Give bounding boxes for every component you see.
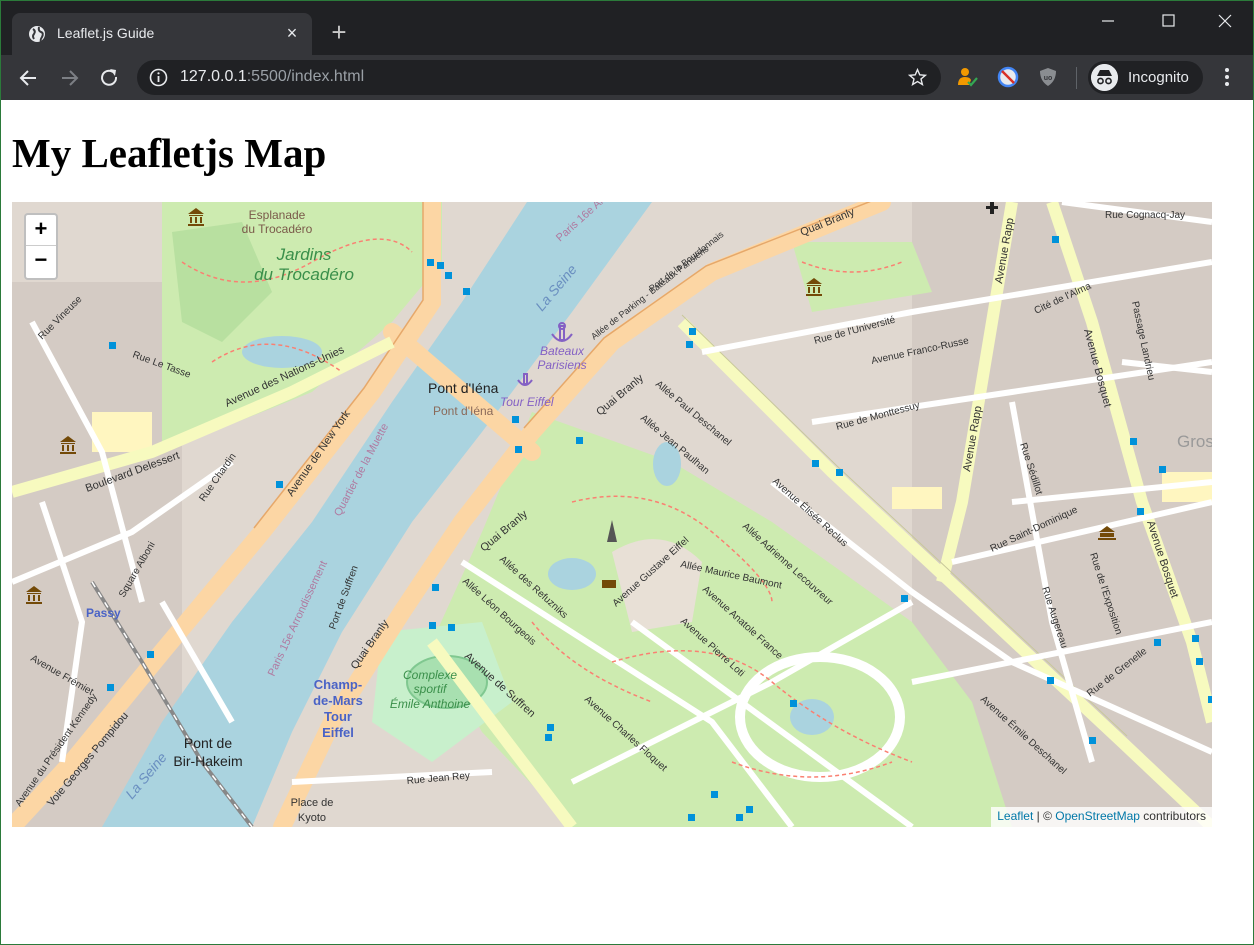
zoom-control: + − [24, 213, 58, 280]
back-button[interactable] [16, 65, 42, 91]
incognito-profile-button[interactable]: Incognito [1088, 61, 1203, 94]
reload-button[interactable] [96, 65, 122, 91]
page-title: My Leafletjs Map [12, 130, 327, 176]
label-rue-cognacq: Rue Cognacq-Jay [1105, 210, 1185, 221]
info-icon[interactable] [149, 68, 168, 87]
arrow-right-icon [62, 70, 79, 86]
map-tiles[interactable]: Jardins du Trocadéro Esplanade du Trocad… [12, 202, 1212, 827]
extension-block-icon[interactable] [997, 66, 1019, 88]
close-icon [1218, 14, 1232, 28]
more-menu-icon[interactable] [1217, 66, 1237, 88]
openstreetmap-link[interactable]: OpenStreetMap [1055, 809, 1140, 823]
browser-tab[interactable]: Leaflet.js Guide × [12, 13, 312, 55]
label-champ-1: Champ- [314, 677, 362, 692]
label-gros: Gros [1177, 432, 1212, 451]
reload-icon [101, 69, 118, 86]
svg-text:uo: uo [1044, 75, 1053, 82]
zoom-in-button[interactable]: + [26, 215, 56, 246]
leaflet-map[interactable]: Jardins du Trocadéro Esplanade du Trocad… [12, 202, 1212, 827]
label-champ-2: de-Mars [313, 693, 363, 708]
label-tour-eiffel: Tour Eiffel [500, 395, 554, 409]
minimize-icon [1102, 20, 1114, 22]
label-bateaux-2: Parisiens [537, 358, 586, 372]
yellow-block-2 [892, 487, 942, 509]
pond-2 [548, 558, 596, 590]
incognito-icon [1091, 64, 1118, 91]
label-pont-iena-2: Pont d'Iéna [433, 404, 494, 418]
label-champ-4: Eiffel [322, 725, 354, 740]
label-pont-bir-2: Bir-Hakeim [173, 753, 242, 769]
close-window-button[interactable] [1213, 9, 1237, 33]
browser-toolbar: 127.0.0.1:5500/index.html uo Incognito [1, 55, 1253, 100]
label-esplanade-2: du Trocadéro [242, 222, 313, 236]
star-icon[interactable] [907, 67, 928, 88]
address-bar[interactable]: 127.0.0.1:5500/index.html [137, 60, 941, 95]
new-tab-button[interactable]: + [327, 19, 351, 45]
extension-person-icon[interactable] [956, 66, 978, 88]
toolbar-separator [1076, 67, 1077, 89]
maximize-button[interactable] [1156, 9, 1180, 33]
arrow-left-icon [19, 70, 36, 86]
maximize-icon [1162, 14, 1175, 27]
zoom-out-button[interactable]: − [26, 246, 56, 277]
attribution-suffix: contributors [1139, 809, 1206, 823]
minimize-button[interactable] [1096, 9, 1120, 33]
ublock-shield-icon[interactable]: uo [1037, 66, 1059, 88]
label-complexe-2: sportif [414, 682, 448, 696]
incognito-label: Incognito [1128, 69, 1189, 86]
attribution-separator: | © [1033, 809, 1056, 823]
label-pont-iena: Pont d'Iéna [428, 380, 499, 396]
url-text: 127.0.0.1:5500/index.html [180, 68, 365, 85]
label-complexe-1: Complexe [403, 668, 457, 682]
label-pont-bir-1: Pont de [184, 735, 232, 751]
browser-titlebar: Leaflet.js Guide × + [1, 1, 1253, 55]
map-attribution: Leaflet | © OpenStreetMap contributors [991, 807, 1212, 827]
globe-icon [29, 26, 45, 42]
label-bateaux-1: Bateaux [540, 344, 585, 358]
label-jardins-2: du Trocadéro [254, 265, 354, 284]
tab-title: Leaflet.js Guide [57, 25, 155, 41]
label-jardins-1: Jardins [276, 245, 332, 264]
label-champ-3: Tour [324, 709, 352, 724]
label-place-kyoto-2: Kyoto [298, 812, 326, 824]
forward-button[interactable] [56, 65, 82, 91]
tab-close-button[interactable]: × [282, 23, 302, 43]
label-place-kyoto-1: Place de [291, 797, 334, 809]
label-complexe-3: Émile Anthoine [390, 696, 471, 711]
label-esplanade-1: Esplanade [249, 208, 306, 222]
leaflet-link[interactable]: Leaflet [997, 809, 1033, 823]
label-passy: Passy [86, 606, 121, 620]
